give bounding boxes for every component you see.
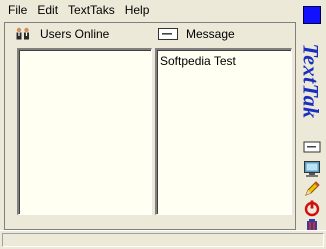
message-label: Message [186,27,235,41]
menu-texttaks[interactable]: TextTaks [63,0,120,21]
status-field [2,233,324,247]
message-area[interactable]: Softpedia Test [155,48,292,215]
message-header[interactable]: Message [158,24,235,44]
users-online-list[interactable] [17,48,152,215]
side-toolbar: TextTak [297,0,326,231]
message-text: Softpedia Test [160,54,236,68]
pencil-icon[interactable] [303,180,321,198]
users-online-header[interactable]: Users Online [14,24,109,44]
users-icon [14,27,32,41]
brand-logo: TextTak [298,26,324,136]
menu-edit[interactable]: Edit [32,0,63,21]
envelope-icon[interactable] [303,138,321,156]
menu-file[interactable]: File [3,0,32,21]
monitor-icon[interactable] [303,160,321,178]
envelope-icon [158,28,178,40]
menu-help[interactable]: Help [120,0,155,21]
blue-square-button[interactable] [303,6,321,24]
status-bar [0,230,326,249]
brand-text: TextTak [299,43,324,119]
power-icon[interactable] [303,199,321,217]
app-window: File Edit TextTaks Help Users Online Mes… [0,0,326,249]
users-online-label: Users Online [40,27,110,41]
menu-bar: File Edit TextTaks Help [0,0,296,21]
